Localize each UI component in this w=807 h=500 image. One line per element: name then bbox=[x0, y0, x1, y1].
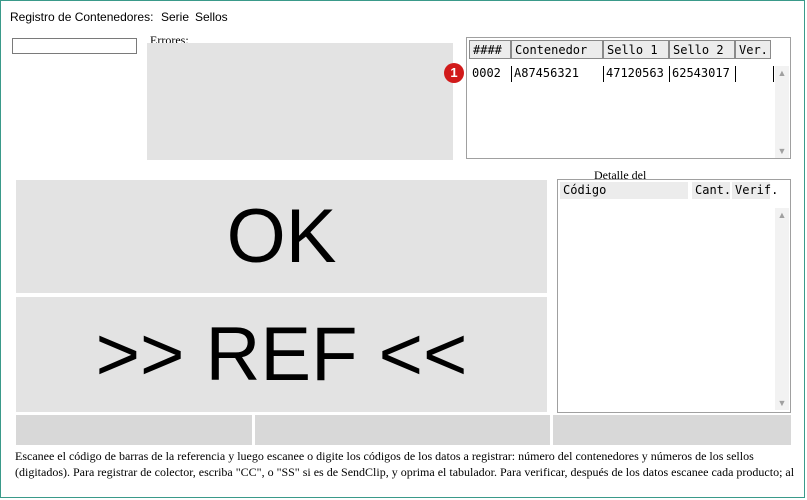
step-badge: 1 bbox=[444, 63, 464, 83]
status-panel-3 bbox=[553, 415, 791, 445]
table-row-num[interactable]: 0002 bbox=[469, 66, 512, 82]
status-panel-2 bbox=[255, 415, 550, 445]
detail-scrollbar[interactable]: ▲ ▼ bbox=[775, 208, 789, 410]
scroll-up-icon[interactable]: ▲ bbox=[775, 68, 789, 78]
col-header-ver[interactable]: Ver. bbox=[735, 40, 771, 59]
detail-grid[interactable]: Código Cant. Verif. ▲ ▼ bbox=[557, 179, 791, 413]
detail-col-codigo[interactable]: Código bbox=[560, 182, 688, 199]
scan-input[interactable] bbox=[12, 38, 137, 54]
help-text: Escanee el código de barras de la refere… bbox=[15, 449, 795, 479]
containers-grid[interactable]: #### Contenedor Sello 1 Sello 2 Ver. 000… bbox=[466, 37, 791, 159]
col-header-contenedor[interactable]: Contenedor bbox=[511, 40, 603, 59]
detail-col-verif[interactable]: Verif. bbox=[732, 182, 778, 199]
menu-title: Registro de Contenedores: bbox=[10, 10, 154, 24]
ok-button[interactable]: OK bbox=[16, 180, 547, 293]
scroll-down-icon[interactable]: ▼ bbox=[775, 398, 789, 408]
table-row-ver[interactable] bbox=[735, 66, 774, 82]
table-row-sello1[interactable]: 47120563 bbox=[603, 66, 670, 82]
detail-col-cant[interactable]: Cant. bbox=[692, 182, 731, 199]
status-panel-1 bbox=[16, 415, 252, 445]
ref-button[interactable]: >> REF << bbox=[16, 297, 547, 412]
errors-box bbox=[147, 43, 453, 160]
table-row-sello2[interactable]: 62543017 bbox=[669, 66, 736, 82]
scroll-up-icon[interactable]: ▲ bbox=[775, 210, 789, 220]
col-header-sello1[interactable]: Sello 1 bbox=[603, 40, 669, 59]
col-header-num[interactable]: #### bbox=[469, 40, 511, 59]
col-header-sello2[interactable]: Sello 2 bbox=[669, 40, 735, 59]
grid-scrollbar[interactable]: ▲ ▼ bbox=[775, 66, 789, 158]
menu-serie[interactable]: Serie bbox=[161, 10, 189, 24]
table-row-contenedor[interactable]: A87456321 bbox=[511, 66, 604, 82]
menu-sellos[interactable]: Sellos bbox=[195, 10, 228, 24]
scroll-down-icon[interactable]: ▼ bbox=[775, 146, 789, 156]
